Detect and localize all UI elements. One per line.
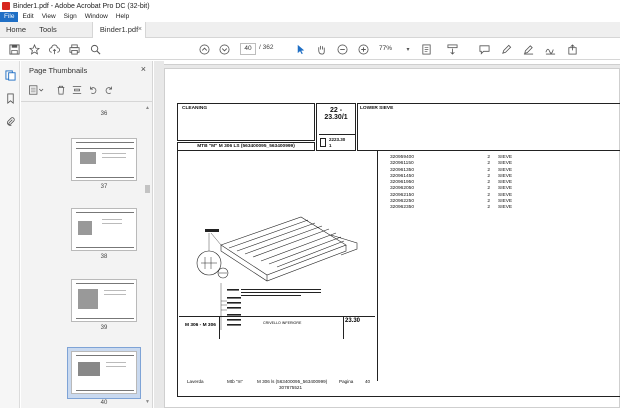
insert-page-icon[interactable]: [71, 84, 83, 96]
drawing-caption: CRIVELLO INFERIORE: [263, 321, 302, 325]
parts-row: 320962350 2 SIEVE: [390, 205, 513, 211]
rotate-left-icon[interactable]: [87, 84, 99, 96]
thumbnail-label: 36: [100, 111, 108, 117]
footer-mtb: Mtb "m": [227, 379, 244, 384]
upload-cloud-icon[interactable]: [48, 43, 60, 55]
draw-pencil-icon[interactable]: [522, 43, 534, 55]
scroll-down-icon[interactable]: ▼: [145, 399, 150, 405]
page-thumbnails-icon[interactable]: [4, 69, 16, 81]
thumbnail-image: [71, 208, 137, 251]
footer-code: 307875521: [279, 385, 302, 390]
thumbnail-label: 38: [100, 254, 108, 260]
previous-page-edge: [164, 61, 620, 65]
tab-row: Home Tools Binder1.pdf ×: [0, 22, 620, 38]
content-divider: [377, 151, 378, 381]
menu-file[interactable]: File: [0, 12, 19, 22]
page-thumbnails-panel: Page Thumbnails × 36 37 38 39 40 ▲ ▼: [21, 61, 153, 408]
share-icon[interactable]: [566, 43, 578, 55]
zoom-level-input[interactable]: 77%: [379, 43, 401, 55]
tab-home[interactable]: Home: [0, 22, 32, 38]
footer-page-label: Pagina: [339, 379, 354, 384]
scroll-up-icon[interactable]: ▲: [145, 105, 150, 111]
toolbar: 40 / 362 77% ▾: [0, 38, 620, 60]
print-icon[interactable]: [68, 43, 80, 55]
thumbnail-tools: [27, 83, 137, 97]
acrobat-logo-icon: [2, 2, 10, 10]
select-cursor-icon[interactable]: [294, 43, 306, 55]
comment-icon[interactable]: [478, 43, 490, 55]
drawing-model: M 306 - M 306: [185, 323, 216, 328]
scroll-thumb[interactable]: [145, 185, 150, 193]
next-page-icon[interactable]: [218, 43, 230, 55]
code-line-2: 23.30/1: [324, 114, 348, 121]
page-count: / 362: [259, 44, 274, 51]
menu-help[interactable]: Help: [112, 12, 133, 22]
options-menu-icon[interactable]: [27, 84, 45, 96]
search-icon[interactable]: [89, 43, 101, 55]
menu-window[interactable]: Window: [81, 12, 112, 22]
highlight-pen-icon[interactable]: [500, 43, 512, 55]
left-icon-rail: [0, 61, 20, 408]
bookmarks-icon[interactable]: [4, 92, 16, 104]
menu-bar: File Edit View Sign Window Help: [0, 12, 620, 22]
pdf-page: CLEANING MTB "M" M 306 LS (563400095_563…: [164, 68, 620, 408]
hand-tool-icon[interactable]: [315, 43, 327, 55]
zoom-dropdown-chevron-icon[interactable]: ▾: [402, 43, 414, 55]
parts-list: 320959400 2 SIEVE 320961150 2 SIEVE 32096135…: [390, 155, 520, 212]
acrobat-window: Binder1.pdf - Adobe Acrobat Pro DC (32-b…: [0, 0, 620, 408]
scroll-mode-icon[interactable]: [446, 43, 458, 55]
menu-edit[interactable]: Edit: [18, 12, 37, 22]
model-title: MTB "M" M 306 LS (563400095_563400999): [197, 144, 295, 149]
drawing-page-code: 23.30: [345, 318, 361, 324]
panel-divider: [21, 101, 152, 102]
thumbnails-scrollbar[interactable]: ▲ ▼: [145, 105, 150, 405]
ref-code: 2223.30: [329, 137, 346, 142]
delete-page-icon[interactable]: [55, 84, 67, 96]
footer-model: M 306 ls (563400095_563400999): [257, 379, 328, 384]
thumbnail-image: [71, 279, 137, 322]
sign-icon[interactable]: [544, 43, 556, 55]
menu-view[interactable]: View: [38, 12, 60, 22]
part-group-title: LOWER SIEVE: [360, 106, 394, 111]
ref-sub: 1: [329, 143, 332, 148]
document-area: CLEANING MTB "M" M 306 LS (563400095_563…: [154, 61, 620, 408]
zoom-in-icon[interactable]: [357, 43, 369, 55]
zoom-out-icon[interactable]: [336, 43, 348, 55]
thumbnail-image: [71, 138, 137, 181]
rotate-right-icon[interactable]: [103, 84, 115, 96]
tab-close-icon[interactable]: ×: [138, 22, 142, 38]
section-title: CLEANING: [182, 106, 208, 111]
title-box: LOWER SIEVE: [357, 103, 620, 151]
tab-document-label: Binder1.pdf: [99, 25, 139, 34]
footer-brand: Laverda: [187, 379, 204, 384]
model-box: MTB "M" M 306 LS (563400095_563400999): [177, 142, 315, 151]
previous-page-icon[interactable]: [198, 43, 210, 55]
thumbnail-image: [71, 351, 137, 394]
ref-icon: [320, 138, 326, 147]
tab-tools[interactable]: Tools: [33, 22, 63, 38]
code-box: 22 - 23.30/1 2223.30 1: [316, 103, 356, 151]
page-fit-icon[interactable]: [420, 43, 432, 55]
panel-close-icon[interactable]: ×: [141, 64, 146, 74]
tab-document[interactable]: Binder1.pdf ×: [92, 22, 146, 38]
panel-title: Page Thumbnails: [29, 66, 88, 75]
title-bar: Binder1.pdf - Adobe Acrobat Pro DC (32-b…: [0, 0, 620, 12]
menu-sign[interactable]: Sign: [60, 12, 81, 22]
attachments-paperclip-icon[interactable]: [4, 115, 16, 127]
thumbnail-label: 40: [100, 400, 108, 406]
code-line-1: 22 -: [329, 107, 343, 114]
section-box: CLEANING: [177, 103, 315, 141]
drawing-caption-strip: M 306 - M 306 CRIVELLO INFERIORE 23.30: [179, 316, 375, 339]
bookmark-star-icon[interactable]: [28, 43, 40, 55]
save-icon[interactable]: [8, 43, 20, 55]
window-title: Binder1.pdf - Adobe Acrobat Pro DC (32-b…: [13, 2, 150, 10]
page-number-input[interactable]: 40: [240, 43, 256, 55]
thumbnail-label: 39: [100, 325, 108, 331]
thumbnail-label: 37: [100, 184, 108, 190]
footer-page-number: 40: [365, 379, 371, 384]
